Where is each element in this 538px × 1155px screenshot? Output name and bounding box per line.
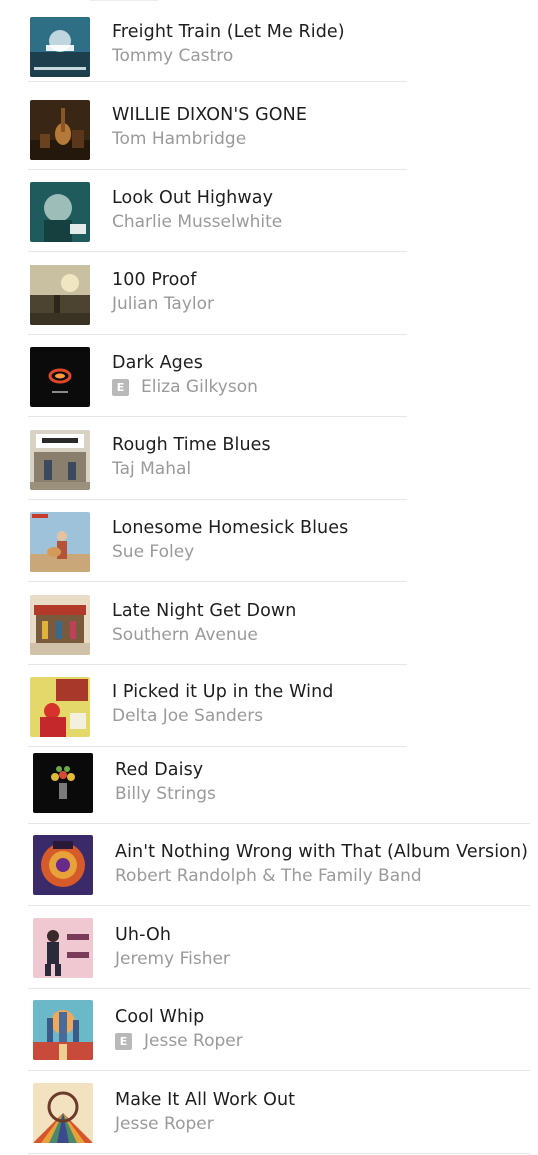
track-artist: Charlie Musselwhite <box>112 212 283 232</box>
track-artist: Jesse Roper <box>144 1031 243 1051</box>
track-artist: Robert Randolph & The Family Band <box>115 866 422 886</box>
album-art-jesse-roper-cool-whip <box>33 1000 93 1060</box>
track-row[interactable]: Uh-Oh Jeremy Fisher <box>28 907 530 989</box>
track-row[interactable]: Look Out Highway Charlie Musselwhite <box>28 170 407 252</box>
album-art-eliza-gilkyson <box>30 347 90 407</box>
album-art-tommy-castro <box>30 17 90 77</box>
track-row[interactable]: 100 Proof Julian Taylor <box>28 253 407 335</box>
track-title: Uh-Oh <box>115 925 172 945</box>
album-art-tom-hambridge <box>30 100 90 160</box>
album-art-delta-joe-sanders <box>30 677 90 737</box>
track-title: Look Out Highway <box>112 188 274 208</box>
track-artist: Julian Taylor <box>112 294 214 314</box>
track-row[interactable]: Rough Time Blues Taj Mahal <box>28 418 407 500</box>
track-artist: Eliza Gilkyson <box>141 377 258 397</box>
album-art-julian-taylor <box>30 265 90 325</box>
album-art-robert-randolph <box>33 835 93 895</box>
track-row[interactable]: Make It All Work Out Jesse Roper <box>28 1072 530 1154</box>
album-art-billy-strings <box>33 753 93 813</box>
track-artist: Delta Joe Sanders <box>112 706 264 726</box>
album-art-jeremy-fisher <box>33 918 93 978</box>
track-row[interactable]: Freight Train (Let Me Ride) Tommy Castro <box>28 0 407 82</box>
track-title: Dark Ages <box>112 353 203 373</box>
track-artist: Taj Mahal <box>112 459 192 479</box>
track-title: Rough Time Blues <box>112 435 271 455</box>
track-row[interactable]: Ain't Nothing Wrong with That (Album Ver… <box>28 824 530 906</box>
track-row[interactable]: I Picked it Up in the Wind Delta Joe San… <box>28 665 407 747</box>
track-title: WILLIE DIXON'S GONE <box>112 105 307 125</box>
track-title: 100 Proof <box>112 270 197 290</box>
track-title: Late Night Get Down <box>112 601 297 621</box>
track-row[interactable]: WILLIE DIXON'S GONE Tom Hambridge <box>28 88 407 170</box>
track-title: Red Daisy <box>115 760 204 780</box>
album-art-taj-mahal <box>30 430 90 490</box>
track-row[interactable]: Late Night Get Down Southern Avenue <box>28 583 407 665</box>
track-title: Ain't Nothing Wrong with That (Album Ver… <box>115 842 529 862</box>
album-art-charlie-musselwhite <box>30 182 90 242</box>
track-title: Freight Train (Let Me Ride) <box>112 22 345 42</box>
track-artist: Jeremy Fisher <box>115 949 230 969</box>
track-artist: Sue Foley <box>112 542 195 562</box>
album-art-southern-avenue <box>30 595 90 655</box>
explicit-badge: E <box>115 1032 132 1050</box>
track-title: Lonesome Homesick Blues <box>112 518 349 538</box>
album-art-sue-foley <box>30 512 90 572</box>
track-artist: Jesse Roper <box>115 1114 214 1134</box>
track-row[interactable]: Red Daisy Billy Strings <box>28 742 530 824</box>
track-artist: Tommy Castro <box>112 46 234 66</box>
track-artist: Billy Strings <box>115 784 216 804</box>
track-row[interactable]: Cool Whip E Jesse Roper <box>28 989 530 1071</box>
track-title: Cool Whip <box>115 1007 205 1027</box>
track-artist: Southern Avenue <box>112 625 258 645</box>
explicit-badge: E <box>112 378 129 396</box>
track-title: Make It All Work Out <box>115 1090 296 1110</box>
track-artist: Tom Hambridge <box>112 129 247 149</box>
album-art-jesse-roper-make-it-all-work-out <box>33 1083 93 1143</box>
track-title: I Picked it Up in the Wind <box>112 682 334 702</box>
track-row[interactable]: Lonesome Homesick Blues Sue Foley <box>28 500 407 582</box>
track-row[interactable]: Dark Ages E Eliza Gilkyson <box>28 335 407 417</box>
